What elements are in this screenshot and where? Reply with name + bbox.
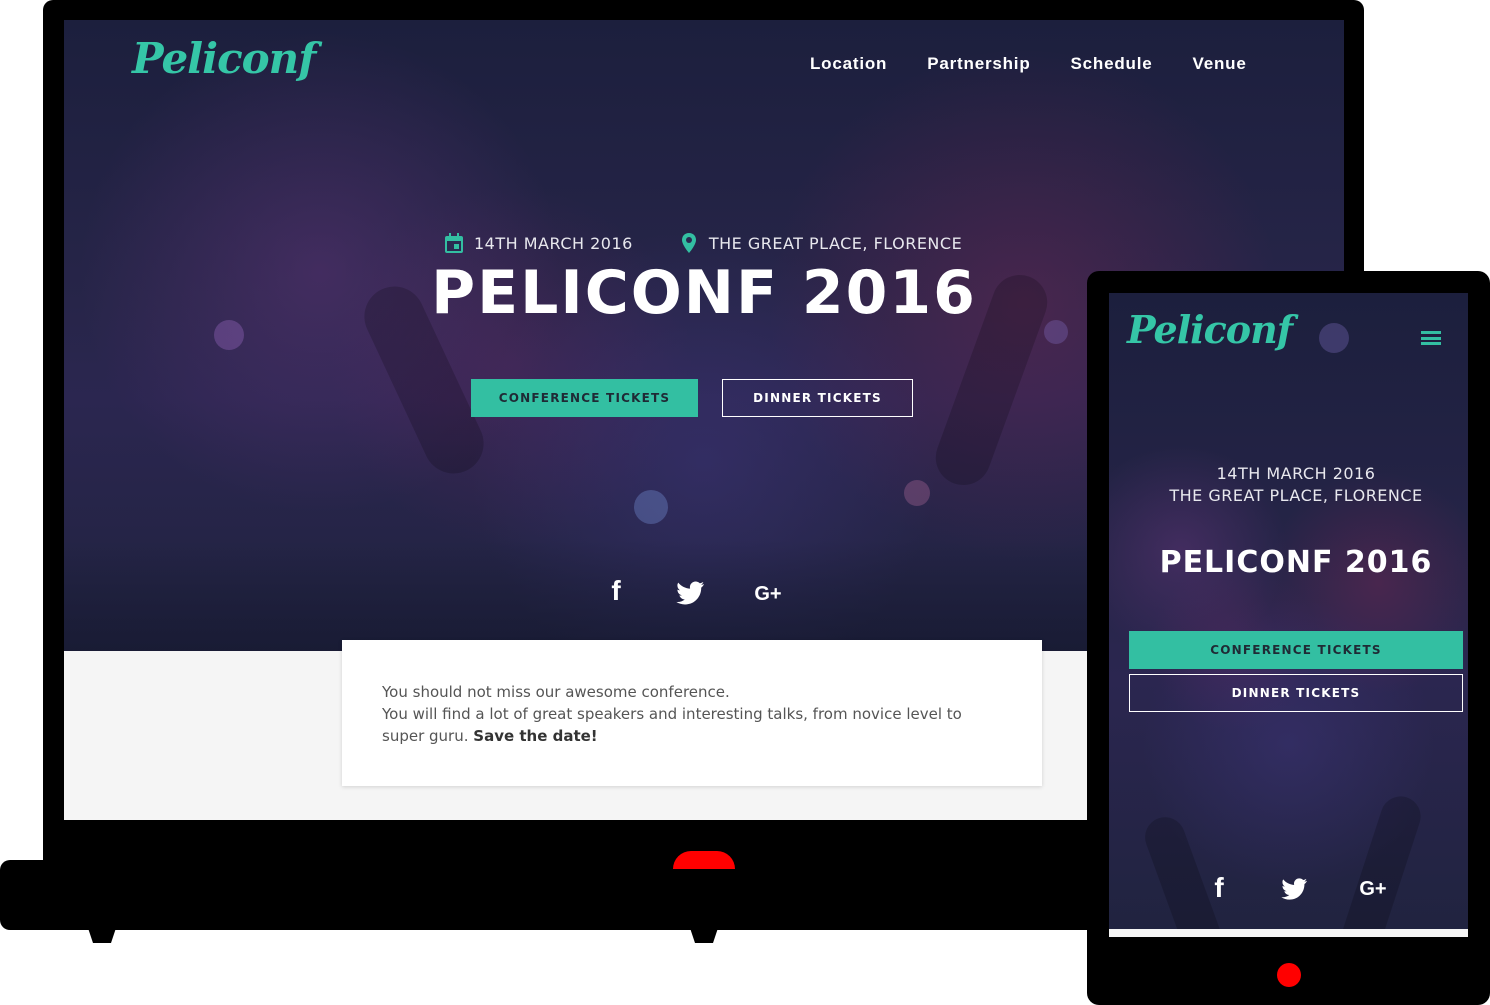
nav-venue[interactable]: Venue bbox=[1193, 54, 1247, 74]
mobile-google-plus-icon[interactable]: G+ bbox=[1355, 877, 1391, 901]
main-nav: Location Partnership Schedule Venue bbox=[810, 54, 1247, 74]
event-meta: 14TH MARCH 2016 THE GREAT PLACE, FLORENC… bbox=[444, 232, 964, 254]
intro-line-2: You will find a lot of great speakers an… bbox=[382, 703, 1002, 747]
site-logo[interactable]: Peliconf bbox=[132, 34, 316, 83]
laptop-foot bbox=[689, 925, 719, 943]
calendar-icon bbox=[444, 232, 464, 254]
crowd-silhouette bbox=[1332, 791, 1426, 937]
conference-tickets-button[interactable]: CONFERENCE TICKETS bbox=[471, 379, 698, 417]
phone-home-indicator bbox=[1277, 963, 1301, 987]
nav-partnership[interactable]: Partnership bbox=[927, 54, 1030, 74]
dinner-tickets-button[interactable]: DINNER TICKETS bbox=[722, 379, 913, 417]
mobile-event-place: THE GREAT PLACE, FLORENCE bbox=[1169, 486, 1423, 505]
mobile-content-edge bbox=[1109, 929, 1468, 937]
hamburger-menu-icon[interactable] bbox=[1421, 331, 1441, 345]
intro-text: You will find a lot of great speakers an… bbox=[382, 705, 962, 745]
intro-card: You should not miss our awesome conferen… bbox=[342, 640, 1042, 786]
event-place: THE GREAT PLACE, FLORENCE bbox=[708, 233, 963, 253]
nav-location[interactable]: Location bbox=[810, 54, 887, 74]
intro-emphasis: Save the date! bbox=[473, 727, 598, 745]
mobile-page-title: PELICONF 2016 bbox=[1159, 545, 1433, 580]
mobile-twitter-icon[interactable] bbox=[1281, 877, 1309, 901]
mobile-conference-tickets-button[interactable]: CONFERENCE TICKETS bbox=[1129, 631, 1463, 669]
bokeh-light bbox=[634, 490, 668, 524]
google-plus-icon[interactable]: G+ bbox=[750, 582, 786, 606]
nav-schedule[interactable]: Schedule bbox=[1071, 54, 1153, 74]
intro-line-1: You should not miss our awesome conferen… bbox=[382, 683, 730, 701]
mobile-dinner-tickets-button[interactable]: DINNER TICKETS bbox=[1129, 674, 1463, 712]
bokeh-light bbox=[904, 480, 930, 506]
event-date: 14TH MARCH 2016 bbox=[474, 233, 633, 253]
bokeh-light bbox=[1319, 323, 1349, 353]
mobile-logo[interactable]: Peliconf bbox=[1127, 307, 1293, 352]
mobile-screen: Peliconf 14TH MARCH 2016 THE GREAT PLACE… bbox=[1109, 293, 1468, 937]
mobile-facebook-icon[interactable]: f bbox=[1207, 873, 1231, 903]
facebook-icon[interactable]: f bbox=[604, 576, 628, 606]
location-pin-icon bbox=[681, 232, 697, 254]
page-title: PELICONF 2016 bbox=[431, 258, 977, 328]
twitter-icon[interactable] bbox=[676, 580, 706, 606]
bokeh-light bbox=[214, 320, 244, 350]
laptop-foot bbox=[87, 925, 117, 943]
laptop-base bbox=[0, 860, 1120, 930]
laptop-power-indicator bbox=[673, 851, 735, 869]
mobile-event-date: 14TH MARCH 2016 bbox=[1216, 464, 1376, 483]
